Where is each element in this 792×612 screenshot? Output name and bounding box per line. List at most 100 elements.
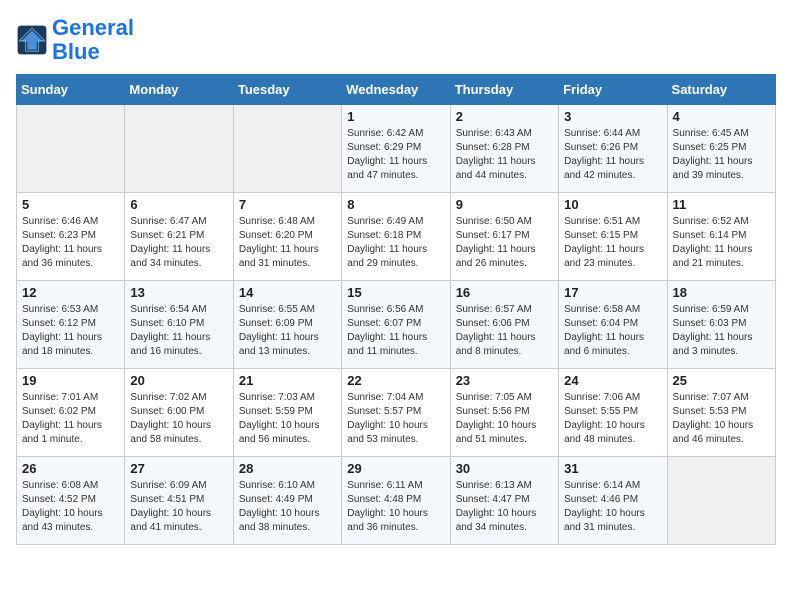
week-row-2: 5 Sunrise: 6:46 AM Sunset: 6:23 PM Daylig…: [17, 193, 776, 281]
header: General Blue: [16, 16, 776, 64]
day-number: 4: [673, 109, 770, 124]
logo: General Blue: [16, 16, 134, 64]
day-cell: 31 Sunrise: 6:14 AM Sunset: 4:46 PM Dayli…: [559, 457, 667, 545]
day-number: 7: [239, 197, 336, 212]
weekday-header-row: SundayMondayTuesdayWednesdayThursdayFrid…: [17, 75, 776, 105]
day-cell: 20 Sunrise: 7:02 AM Sunset: 6:00 PM Dayli…: [125, 369, 233, 457]
day-cell: 16 Sunrise: 6:57 AM Sunset: 6:06 PM Dayli…: [450, 281, 558, 369]
day-cell: 7 Sunrise: 6:48 AM Sunset: 6:20 PM Daylig…: [233, 193, 341, 281]
day-number: 28: [239, 461, 336, 476]
logo-general: General: [52, 15, 134, 40]
calendar-table: SundayMondayTuesdayWednesdayThursdayFrid…: [16, 74, 776, 545]
day-cell: 30Sunrise: 6:13 AM Sunset: 4:47 PM Dayli…: [450, 457, 558, 545]
day-cell: 15 Sunrise: 6:56 AM Sunset: 6:07 PM Dayli…: [342, 281, 450, 369]
day-cell: 13 Sunrise: 6:54 AM Sunset: 6:10 PM Dayli…: [125, 281, 233, 369]
day-cell: 21 Sunrise: 7:03 AM Sunset: 5:59 PM Dayli…: [233, 369, 341, 457]
day-cell: 26 Sunrise: 6:08 AM Sunset: 4:52 PM Dayli…: [17, 457, 125, 545]
day-info: Sunrise: 6:09 AM Sunset: 4:51 PM Dayligh…: [130, 479, 227, 535]
week-row-5: 26 Sunrise: 6:08 AM Sunset: 4:52 PM Dayli…: [17, 457, 776, 545]
day-number: 31: [564, 461, 661, 476]
day-info: Sunrise: 6:46 AM Sunset: 6:23 PM Dayligh…: [22, 215, 119, 271]
day-info: Sunrise: 6:45 AM Sunset: 6:25 PM Dayligh…: [673, 127, 770, 183]
day-cell: 1Sunrise: 6:42 AM Sunset: 6:29 PM Daylig…: [342, 105, 450, 193]
day-number: 11: [673, 197, 770, 212]
day-cell: [667, 457, 775, 545]
day-info: Sunrise: 6:58 AM Sunset: 6:04 PM Dayligh…: [564, 303, 661, 359]
day-info: Sunrise: 6:50 AM Sunset: 6:17 PM Dayligh…: [456, 215, 553, 271]
day-info: Sunrise: 7:07 AM Sunset: 5:53 PM Dayligh…: [673, 391, 770, 447]
weekday-sunday: Sunday: [17, 75, 125, 105]
day-cell: 27 Sunrise: 6:09 AM Sunset: 4:51 PM Dayli…: [125, 457, 233, 545]
day-number: 15: [347, 285, 444, 300]
day-cell: 11 Sunrise: 6:52 AM Sunset: 6:14 PM Dayli…: [667, 193, 775, 281]
day-number: 16: [456, 285, 553, 300]
day-info: Sunrise: 6:14 AM Sunset: 4:46 PM Dayligh…: [564, 479, 661, 535]
day-number: 5: [22, 197, 119, 212]
day-info: Sunrise: 6:08 AM Sunset: 4:52 PM Dayligh…: [22, 479, 119, 535]
weekday-thursday: Thursday: [450, 75, 558, 105]
day-info: Sunrise: 6:47 AM Sunset: 6:21 PM Dayligh…: [130, 215, 227, 271]
day-info: Sunrise: 7:03 AM Sunset: 5:59 PM Dayligh…: [239, 391, 336, 447]
day-number: 21: [239, 373, 336, 388]
day-number: 24: [564, 373, 661, 388]
day-info: Sunrise: 6:59 AM Sunset: 6:03 PM Dayligh…: [673, 303, 770, 359]
day-cell: 18 Sunrise: 6:59 AM Sunset: 6:03 PM Dayli…: [667, 281, 775, 369]
day-info: Sunrise: 6:10 AM Sunset: 4:49 PM Dayligh…: [239, 479, 336, 535]
day-info: Sunrise: 6:42 AM Sunset: 6:29 PM Dayligh…: [347, 127, 444, 183]
weekday-wednesday: Wednesday: [342, 75, 450, 105]
day-info: Sunrise: 7:01 AM Sunset: 6:02 PM Dayligh…: [22, 391, 119, 447]
day-number: 27: [130, 461, 227, 476]
logo-text: General Blue: [52, 16, 134, 64]
week-row-3: 12 Sunrise: 6:53 AM Sunset: 6:12 PM Dayli…: [17, 281, 776, 369]
day-cell: 9 Sunrise: 6:50 AM Sunset: 6:17 PM Daylig…: [450, 193, 558, 281]
week-row-1: 1Sunrise: 6:42 AM Sunset: 6:29 PM Daylig…: [17, 105, 776, 193]
day-info: Sunrise: 7:06 AM Sunset: 5:55 PM Dayligh…: [564, 391, 661, 447]
day-cell: 25Sunrise: 7:07 AM Sunset: 5:53 PM Dayli…: [667, 369, 775, 457]
day-number: 3: [564, 109, 661, 124]
day-number: 10: [564, 197, 661, 212]
day-cell: 14Sunrise: 6:55 AM Sunset: 6:09 PM Dayli…: [233, 281, 341, 369]
day-cell: 28 Sunrise: 6:10 AM Sunset: 4:49 PM Dayli…: [233, 457, 341, 545]
day-cell: 3 Sunrise: 6:44 AM Sunset: 6:26 PM Daylig…: [559, 105, 667, 193]
day-info: Sunrise: 6:48 AM Sunset: 6:20 PM Dayligh…: [239, 215, 336, 271]
day-cell: 4 Sunrise: 6:45 AM Sunset: 6:25 PM Daylig…: [667, 105, 775, 193]
day-info: Sunrise: 6:53 AM Sunset: 6:12 PM Dayligh…: [22, 303, 119, 359]
day-info: Sunrise: 6:49 AM Sunset: 6:18 PM Dayligh…: [347, 215, 444, 271]
day-cell: 19Sunrise: 7:01 AM Sunset: 6:02 PM Dayli…: [17, 369, 125, 457]
day-number: 23: [456, 373, 553, 388]
day-number: 13: [130, 285, 227, 300]
day-cell: [233, 105, 341, 193]
day-cell: 8Sunrise: 6:49 AM Sunset: 6:18 PM Daylig…: [342, 193, 450, 281]
day-info: Sunrise: 7:04 AM Sunset: 5:57 PM Dayligh…: [347, 391, 444, 447]
day-info: Sunrise: 6:44 AM Sunset: 6:26 PM Dayligh…: [564, 127, 661, 183]
day-number: 9: [456, 197, 553, 212]
weekday-friday: Friday: [559, 75, 667, 105]
day-cell: 10Sunrise: 6:51 AM Sunset: 6:15 PM Dayli…: [559, 193, 667, 281]
day-info: Sunrise: 6:56 AM Sunset: 6:07 PM Dayligh…: [347, 303, 444, 359]
day-cell: 24 Sunrise: 7:06 AM Sunset: 5:55 PM Dayli…: [559, 369, 667, 457]
day-number: 6: [130, 197, 227, 212]
day-number: 14: [239, 285, 336, 300]
logo-icon: [16, 24, 48, 56]
logo-blue: Blue: [52, 39, 100, 64]
day-number: 12: [22, 285, 119, 300]
day-number: 18: [673, 285, 770, 300]
day-cell: 23Sunrise: 7:05 AM Sunset: 5:56 PM Dayli…: [450, 369, 558, 457]
day-number: 22: [347, 373, 444, 388]
day-number: 26: [22, 461, 119, 476]
day-number: 2: [456, 109, 553, 124]
day-info: Sunrise: 6:52 AM Sunset: 6:14 PM Dayligh…: [673, 215, 770, 271]
day-number: 30: [456, 461, 553, 476]
day-info: Sunrise: 7:02 AM Sunset: 6:00 PM Dayligh…: [130, 391, 227, 447]
day-cell: [125, 105, 233, 193]
day-info: Sunrise: 6:54 AM Sunset: 6:10 PM Dayligh…: [130, 303, 227, 359]
day-cell: 12 Sunrise: 6:53 AM Sunset: 6:12 PM Dayli…: [17, 281, 125, 369]
day-number: 20: [130, 373, 227, 388]
day-cell: 22 Sunrise: 7:04 AM Sunset: 5:57 PM Dayli…: [342, 369, 450, 457]
day-cell: 17Sunrise: 6:58 AM Sunset: 6:04 PM Dayli…: [559, 281, 667, 369]
day-cell: 5 Sunrise: 6:46 AM Sunset: 6:23 PM Daylig…: [17, 193, 125, 281]
day-info: Sunrise: 6:57 AM Sunset: 6:06 PM Dayligh…: [456, 303, 553, 359]
day-cell: 29Sunrise: 6:11 AM Sunset: 4:48 PM Dayli…: [342, 457, 450, 545]
day-cell: [17, 105, 125, 193]
day-info: Sunrise: 6:43 AM Sunset: 6:28 PM Dayligh…: [456, 127, 553, 183]
